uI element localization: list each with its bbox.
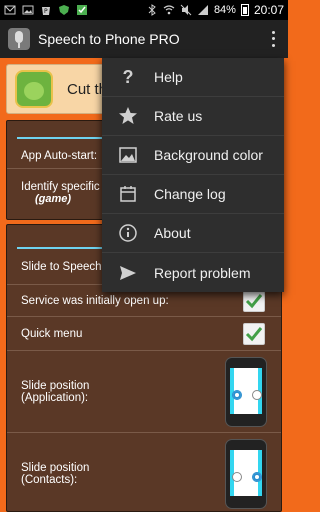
notification-icons: P — [4, 4, 88, 16]
slide-position-app-row[interactable]: Slide position (Application): — [7, 351, 281, 433]
quick-menu-row[interactable]: Quick menu — [7, 317, 281, 351]
mail-icon — [4, 5, 16, 15]
identify-label: Identify specific — [21, 181, 100, 193]
action-bar: Speech to Phone PRO — [0, 20, 288, 58]
battery-percent: 84% — [213, 4, 236, 16]
image-icon — [22, 5, 34, 15]
battery-icon — [240, 4, 249, 16]
app-autostart-label: App Auto-start: — [21, 149, 98, 162]
slide-position-app-label: Slide position — [21, 379, 90, 392]
identify-value: (game) — [35, 193, 72, 205]
status-bar: P 84% 20:07 — [0, 0, 288, 20]
service-label: Service was initially open up: — [21, 294, 169, 307]
menu-item-label: Report problem — [154, 264, 251, 281]
overflow-menu-icon[interactable] — [266, 29, 280, 49]
menu-item-label: Rate us — [154, 108, 203, 124]
calendar-icon — [118, 184, 138, 204]
info-icon — [118, 223, 138, 243]
check-icon — [77, 5, 87, 15]
menu-item-report-problem[interactable]: Report problem — [102, 253, 284, 292]
image-icon — [118, 145, 138, 165]
wifi-icon — [163, 5, 175, 15]
service-checkbox[interactable] — [243, 289, 265, 312]
menu-item-label: About — [154, 225, 191, 241]
check-icon — [245, 293, 263, 308]
menu-item-help[interactable]: ? Help — [102, 58, 284, 97]
position-right-dot — [252, 472, 262, 482]
position-left-dot — [232, 472, 242, 482]
menu-item-label: Background color — [154, 147, 263, 163]
menu-item-background-color[interactable]: Background color — [102, 136, 284, 175]
quick-menu-label: Quick menu — [21, 327, 83, 340]
menu-item-about[interactable]: About — [102, 214, 284, 253]
check-icon — [245, 326, 263, 341]
slide-position-contacts-row[interactable]: Slide position (Contacts): — [7, 433, 281, 512]
mute-icon — [180, 4, 192, 16]
slide-position-contacts-preview[interactable] — [225, 439, 267, 509]
slide-position-contacts-sublabel: (Contacts): — [21, 474, 78, 486]
microphone-app-icon[interactable] — [8, 28, 30, 50]
menu-item-rate-us[interactable]: Rate us — [102, 97, 284, 136]
shield-icon — [59, 5, 69, 15]
menu-item-change-log[interactable]: Change log — [102, 175, 284, 214]
question-icon: ? — [122, 66, 134, 87]
clock: 20:07 — [253, 3, 284, 17]
position-right-dot — [252, 390, 262, 400]
position-left-dot — [232, 390, 242, 400]
slide-position-app-sublabel: (Application): — [21, 391, 89, 404]
slide-to-speech-label: Slide to Speech — [21, 260, 102, 273]
svg-text:P: P — [44, 8, 48, 15]
quick-menu-checkbox[interactable] — [243, 322, 265, 345]
store-icon: P — [42, 7, 50, 15]
menu-item-label: Change log — [154, 186, 226, 202]
signal-icon — [197, 5, 208, 15]
bluetooth-icon — [148, 4, 156, 16]
slide-position-app-preview[interactable] — [225, 357, 267, 427]
overflow-menu: ? Help Rate us Background color Change l… — [102, 58, 284, 292]
slide-position-contacts-label: Slide position — [21, 462, 90, 474]
menu-item-label: Help — [154, 69, 183, 85]
star-icon — [118, 106, 138, 126]
app-title: Speech to Phone PRO — [38, 31, 180, 47]
game-icon — [15, 70, 53, 108]
send-icon — [118, 263, 138, 283]
